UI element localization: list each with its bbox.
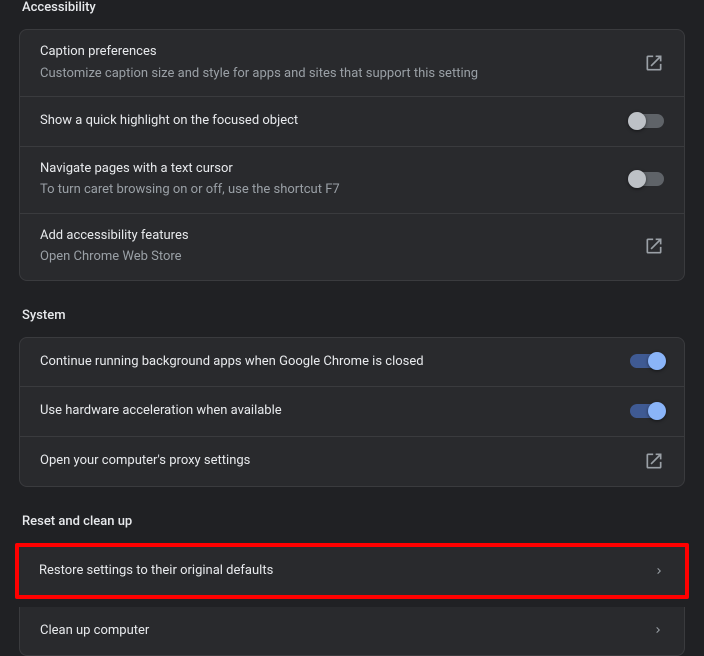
hardware-acceleration-title: Use hardware acceleration when available (40, 401, 618, 421)
caption-preferences-row[interactable]: Caption preferences Customize caption si… (20, 30, 684, 96)
caption-preferences-sub: Customize caption size and style for app… (40, 64, 632, 84)
external-link-icon (644, 451, 664, 471)
caret-browsing-sub: To turn caret browsing on or off, use th… (40, 180, 618, 200)
external-link-icon (644, 236, 664, 256)
chevron-right-icon (652, 624, 664, 636)
section-heading-accessibility: Accessibility (2, 0, 702, 29)
proxy-settings-row[interactable]: Open your computer's proxy settings (20, 436, 684, 486)
background-apps-title: Continue running background apps when Go… (40, 352, 618, 372)
restore-defaults-title: Restore settings to their original defau… (39, 561, 641, 581)
external-link-icon (644, 53, 664, 73)
add-accessibility-features-sub: Open Chrome Web Store (40, 247, 632, 267)
system-card: Continue running background apps when Go… (19, 337, 685, 487)
caret-browsing-title: Navigate pages with a text cursor (40, 159, 618, 179)
background-apps-toggle[interactable] (630, 354, 664, 368)
proxy-settings-title: Open your computer's proxy settings (40, 451, 632, 471)
accessibility-card: Caption preferences Customize caption si… (19, 29, 685, 281)
quick-highlight-title: Show a quick highlight on the focused ob… (40, 111, 618, 131)
section-heading-system: System (2, 308, 702, 337)
add-accessibility-features-row[interactable]: Add accessibility features Open Chrome W… (20, 213, 684, 280)
quick-highlight-toggle[interactable] (630, 114, 664, 128)
cleanup-computer-row[interactable]: Clean up computer (20, 607, 684, 656)
background-apps-row[interactable]: Continue running background apps when Go… (20, 338, 684, 387)
chevron-right-icon (653, 565, 665, 577)
caption-preferences-title: Caption preferences (40, 42, 632, 62)
restore-defaults-row[interactable]: Restore settings to their original defau… (19, 547, 685, 595)
caret-browsing-row[interactable]: Navigate pages with a text cursor To tur… (20, 146, 684, 213)
cleanup-computer-title: Clean up computer (40, 621, 640, 641)
restore-defaults-highlight: Restore settings to their original defau… (15, 543, 689, 599)
hardware-acceleration-toggle[interactable] (630, 404, 664, 418)
hardware-acceleration-row[interactable]: Use hardware acceleration when available (20, 386, 684, 436)
section-heading-reset: Reset and clean up (2, 514, 702, 543)
caret-browsing-toggle[interactable] (630, 172, 664, 186)
cleanup-card: Clean up computer (19, 607, 685, 656)
add-accessibility-features-title: Add accessibility features (40, 226, 632, 246)
quick-highlight-row[interactable]: Show a quick highlight on the focused ob… (20, 96, 684, 146)
